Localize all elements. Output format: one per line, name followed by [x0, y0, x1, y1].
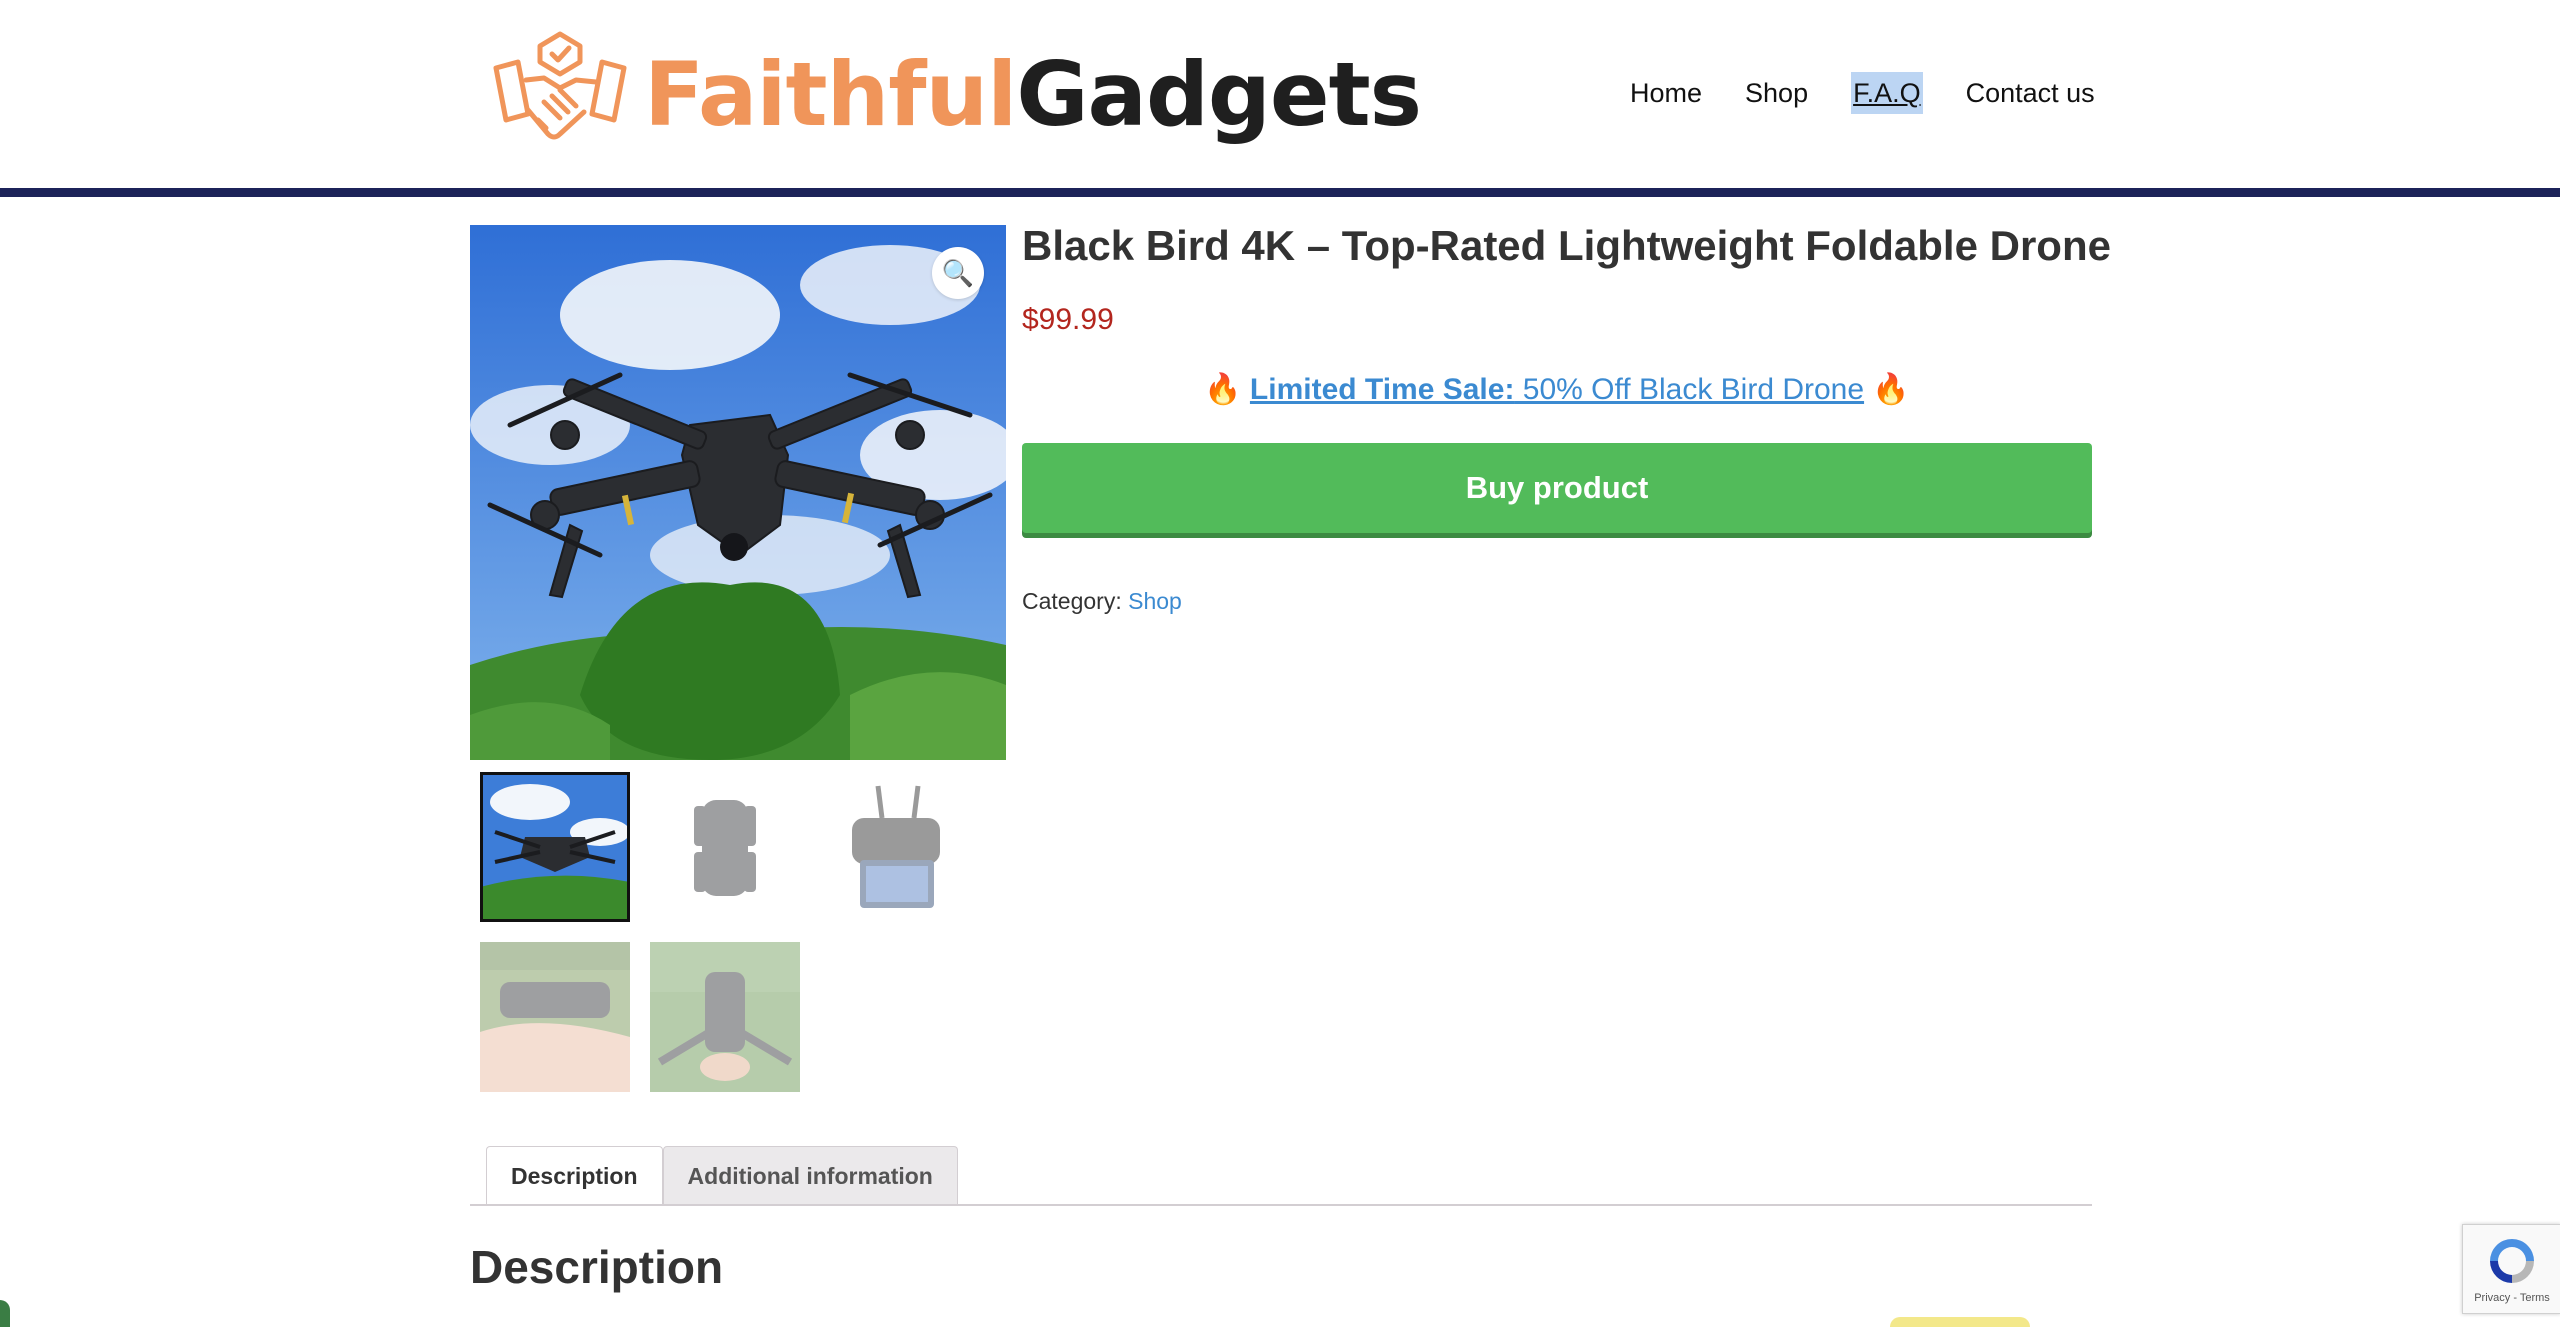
- tabs-divider: [470, 1204, 2092, 1206]
- zoom-icon[interactable]: 🔍: [932, 247, 984, 299]
- drone-sky-photo: [470, 225, 1006, 760]
- window-edge: [0, 1300, 10, 1327]
- product-main-image[interactable]: [470, 225, 1006, 760]
- site-header: FaithfulGadgets Home Shop F.A.Q Contact …: [0, 0, 2560, 188]
- sale-link-bold: Limited Time Sale:: [1249, 373, 1515, 406]
- controller-thumb: [820, 772, 970, 922]
- tab-additional-information[interactable]: Additional information: [662, 1146, 958, 1205]
- category-link[interactable]: Shop: [1128, 588, 1182, 614]
- product-tabs: Description Additional information: [486, 1146, 958, 1205]
- gallery-thumb-1[interactable]: [480, 772, 630, 922]
- gallery-thumb-2[interactable]: [650, 772, 800, 922]
- tab-description[interactable]: Description: [486, 1146, 663, 1205]
- description-heading: Description: [470, 1241, 724, 1293]
- gallery-thumb-3[interactable]: [820, 772, 970, 922]
- brand-name-part1: Faithful: [644, 42, 1017, 146]
- fire-icon: 🔥: [1872, 373, 1910, 406]
- fire-icon: 🔥: [1204, 373, 1242, 406]
- gallery-thumb-4[interactable]: [480, 942, 630, 1092]
- buy-product-button[interactable]: Buy product: [1022, 443, 2092, 533]
- drone-outdoors-thumb: [650, 942, 800, 1092]
- drone-folded-thumb: [650, 772, 800, 922]
- recaptcha-icon: [2490, 1239, 2534, 1283]
- gallery-thumb-5[interactable]: [650, 942, 800, 1092]
- brand-name-part2: Gadgets: [1016, 42, 1422, 146]
- product-title: Black Bird 4K – Top-Rated Lightweight Fo…: [1022, 222, 2111, 269]
- handshake-logo-icon: [493, 31, 627, 140]
- product-category: Category: Shop: [1022, 588, 1182, 615]
- header-divider: [0, 188, 2560, 197]
- floating-widget-edge: [1890, 1317, 2030, 1327]
- product-price: $99.99: [1022, 303, 1114, 336]
- sale-banner: 🔥 Limited Time Sale: 50% Off Black Bird …: [1022, 372, 2092, 407]
- drone-sky-thumb: [480, 772, 630, 922]
- brand-name: FaithfulGadgets: [644, 42, 1422, 146]
- drone-in-hand-thumb: [480, 942, 630, 1092]
- sale-link-text: 50% Off Black Bird Drone: [1514, 373, 1865, 406]
- recaptcha-footer[interactable]: Privacy - Terms: [2463, 1292, 2560, 1304]
- nav-shop[interactable]: Shop: [1745, 72, 1808, 114]
- recaptcha-badge[interactable]: Privacy - Terms: [2462, 1224, 2560, 1314]
- main-nav: Home Shop F.A.Q Contact us: [1630, 72, 2095, 114]
- nav-faq[interactable]: F.A.Q: [1851, 72, 1923, 114]
- site-logo[interactable]: FaithfulGadgets: [488, 28, 1422, 160]
- nav-home[interactable]: Home: [1630, 72, 1702, 114]
- category-label: Category:: [1022, 588, 1122, 614]
- sale-link[interactable]: Limited Time Sale: 50% Off Black Bird Dr…: [1250, 373, 1864, 406]
- nav-contact[interactable]: Contact us: [1966, 72, 2095, 114]
